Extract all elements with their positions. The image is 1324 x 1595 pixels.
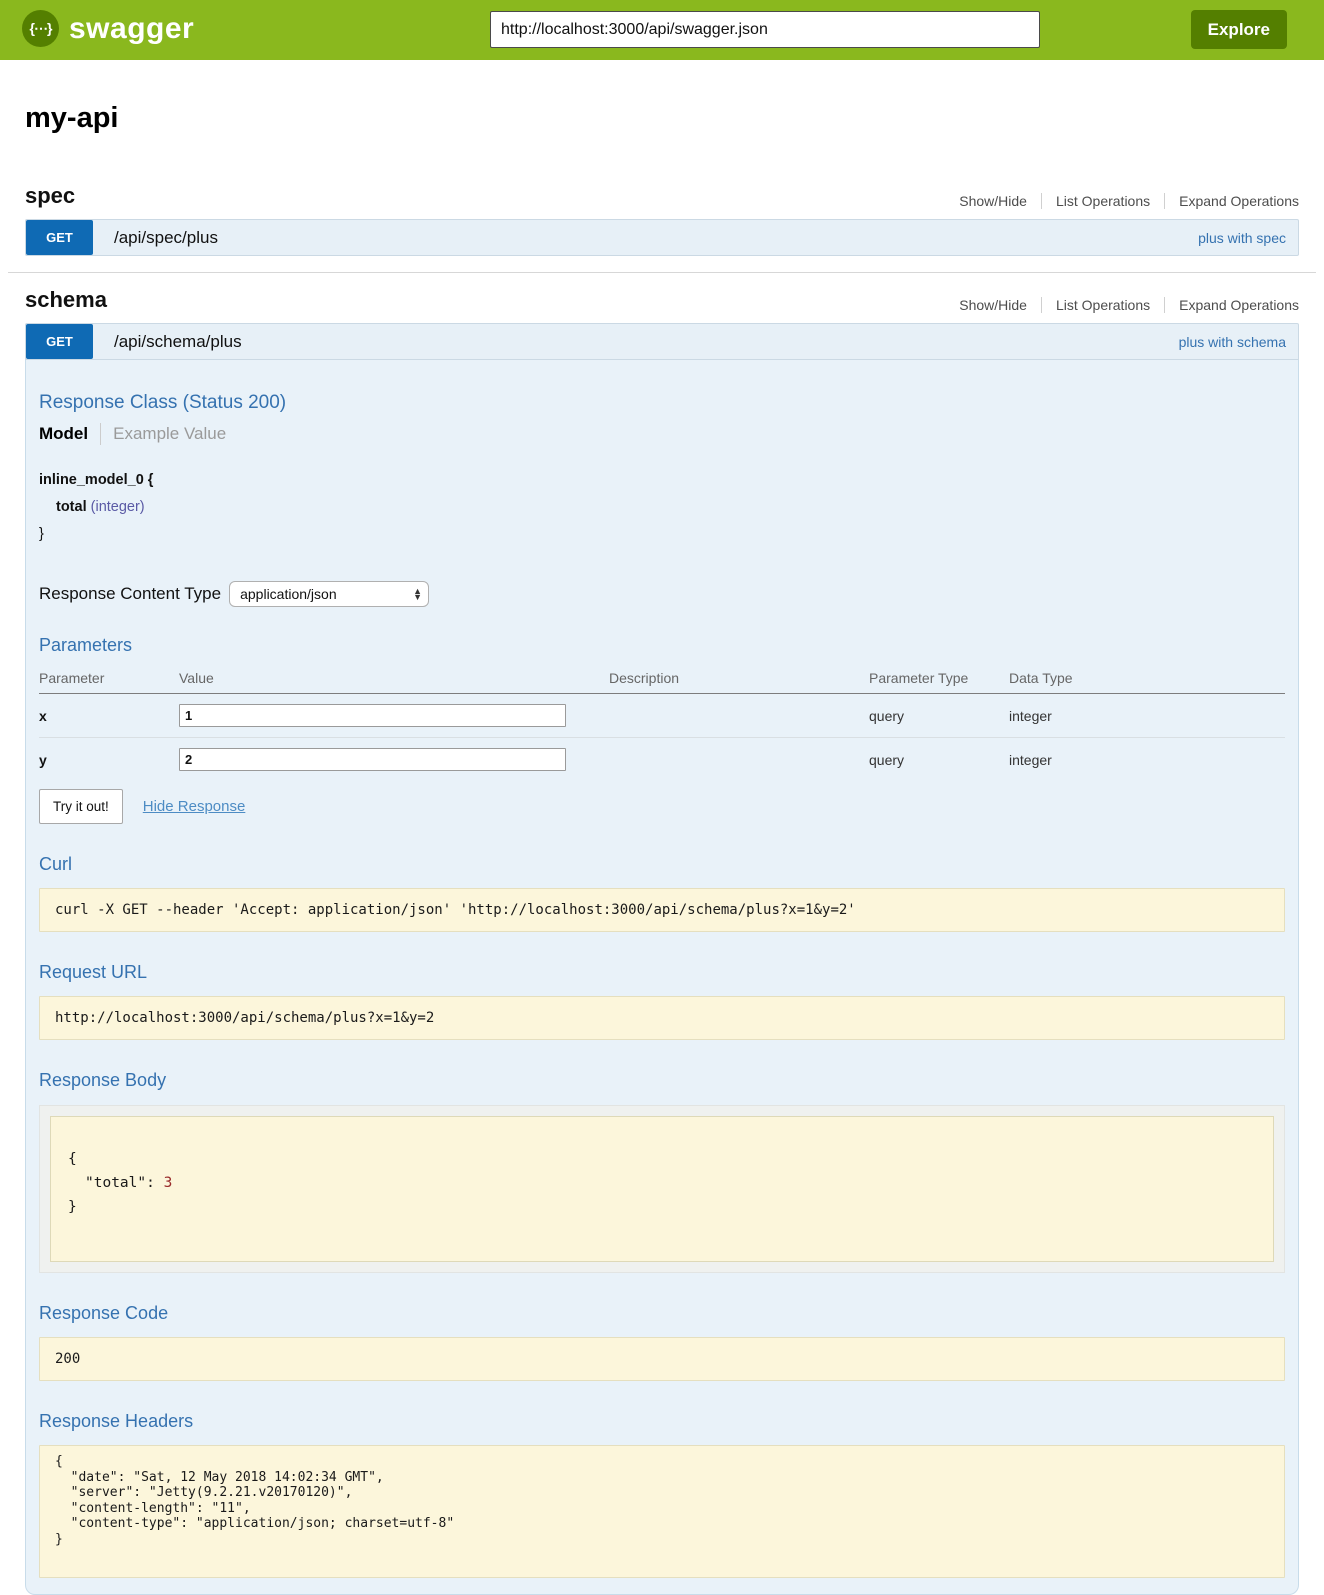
schema-section-header: schema Show/Hide List Operations Expand …: [25, 287, 1299, 313]
schema-list-operations-link[interactable]: List Operations: [1041, 297, 1164, 313]
response-code-box: 200: [39, 1337, 1285, 1381]
request-url: http://localhost:3000/api/schema/plus?x=…: [55, 1010, 1269, 1026]
hide-response-link[interactable]: Hide Response: [143, 798, 246, 815]
select-arrows-icon: ▲ ▼: [413, 588, 422, 600]
col-header-parameter-type: Parameter Type: [869, 664, 1009, 694]
model-prop-type: (integer): [91, 499, 145, 515]
param-value-input-x[interactable]: [179, 704, 566, 727]
parameters-heading: Parameters: [39, 635, 1285, 656]
request-url-box: http://localhost:3000/api/schema/plus?x=…: [39, 996, 1285, 1040]
col-header-parameter: Parameter: [39, 664, 179, 694]
model-signature: inline_model_0 { total (integer) }: [39, 467, 1285, 547]
tab-example-value[interactable]: Example Value: [101, 424, 226, 444]
brand-name: swagger: [69, 12, 194, 46]
swagger-brand[interactable]: {⋯} swagger: [22, 10, 194, 47]
table-row: y query integer: [39, 738, 1285, 782]
model-tabs: Model Example Value: [39, 423, 1285, 445]
schema-section-title[interactable]: schema: [25, 287, 107, 313]
col-header-data-type: Data Type: [1009, 664, 1285, 694]
parameters-table: Parameter Value Description Parameter Ty…: [39, 664, 1285, 781]
operation-panel: Response Class (Status 200) Model Exampl…: [25, 360, 1299, 1595]
response-code-heading: Response Code: [39, 1303, 1285, 1324]
schema-get-method-badge[interactable]: GET: [26, 324, 93, 359]
spec-expand-operations-link[interactable]: Expand Operations: [1164, 193, 1299, 209]
curl-heading: Curl: [39, 854, 1285, 875]
api-title: my-api: [25, 102, 1299, 135]
response-body-heading: Response Body: [39, 1070, 1285, 1091]
response-code: 200: [55, 1351, 1269, 1367]
spec-endpoint-summary-link[interactable]: plus with spec: [1198, 230, 1286, 246]
param-name-x: x: [39, 708, 47, 724]
table-row: x query integer: [39, 694, 1285, 738]
param-data-type-y: integer: [1009, 752, 1052, 768]
top-header-bar: {⋯} swagger Explore: [0, 0, 1324, 60]
request-url-heading: Request URL: [39, 962, 1285, 983]
spec-list-operations-link[interactable]: List Operations: [1041, 193, 1164, 209]
param-data-type-x: integer: [1009, 708, 1052, 724]
response-body-open: {: [68, 1147, 1256, 1171]
param-value-input-y[interactable]: [179, 748, 566, 771]
response-body-wrap: { "total": 3 }: [39, 1105, 1285, 1273]
response-headers: { "date": "Sat, 12 May 2018 14:02:34 GMT…: [55, 1454, 1269, 1547]
model-signature-close: }: [39, 521, 1285, 548]
spec-get-method-badge[interactable]: GET: [26, 220, 93, 255]
spec-show-hide-link[interactable]: Show/Hide: [945, 193, 1041, 209]
response-headers-heading: Response Headers: [39, 1411, 1285, 1432]
spec-url-input[interactable]: [490, 11, 1040, 48]
response-class-heading: Response Class (Status 200): [39, 392, 1285, 414]
schema-endpoint-row[interactable]: GET /api/schema/plus plus with schema: [25, 323, 1299, 360]
tab-model[interactable]: Model: [39, 424, 100, 444]
section-divider: [8, 272, 1316, 273]
swagger-logo-icon: {⋯}: [22, 10, 59, 47]
col-header-value: Value: [179, 664, 609, 694]
response-body-code: { "total": 3 }: [50, 1116, 1274, 1262]
response-content-type-value: application/json: [240, 586, 337, 602]
try-it-out-button[interactable]: Try it out!: [39, 789, 123, 824]
spec-endpoint-row[interactable]: GET /api/spec/plus plus with spec: [25, 219, 1299, 256]
col-header-description: Description: [609, 664, 869, 694]
response-content-type-select[interactable]: application/json ▲ ▼: [229, 581, 429, 607]
param-type-y: query: [869, 752, 904, 768]
response-body-close: }: [68, 1195, 1256, 1219]
response-body-line: "total": 3: [68, 1171, 1256, 1195]
model-signature-open: inline_model_0 {: [39, 467, 1285, 494]
param-type-x: query: [869, 708, 904, 724]
model-prop-name: total: [56, 499, 87, 515]
spec-endpoint-path[interactable]: /api/spec/plus: [114, 228, 218, 248]
schema-expand-operations-link[interactable]: Expand Operations: [1164, 297, 1299, 313]
response-content-type-label: Response Content Type: [39, 584, 221, 604]
param-name-y: y: [39, 752, 47, 768]
curl-command: curl -X GET --header 'Accept: applicatio…: [55, 902, 1269, 918]
schema-endpoint-summary-link[interactable]: plus with schema: [1179, 334, 1286, 350]
explore-button[interactable]: Explore: [1191, 10, 1287, 49]
spec-section-title[interactable]: spec: [25, 183, 75, 209]
schema-endpoint-path[interactable]: /api/schema/plus: [114, 332, 242, 352]
response-headers-box: { "date": "Sat, 12 May 2018 14:02:34 GMT…: [39, 1445, 1285, 1578]
spec-section-header: spec Show/Hide List Operations Expand Op…: [25, 183, 1299, 209]
schema-show-hide-link[interactable]: Show/Hide: [945, 297, 1041, 313]
curl-command-box: curl -X GET --header 'Accept: applicatio…: [39, 888, 1285, 932]
